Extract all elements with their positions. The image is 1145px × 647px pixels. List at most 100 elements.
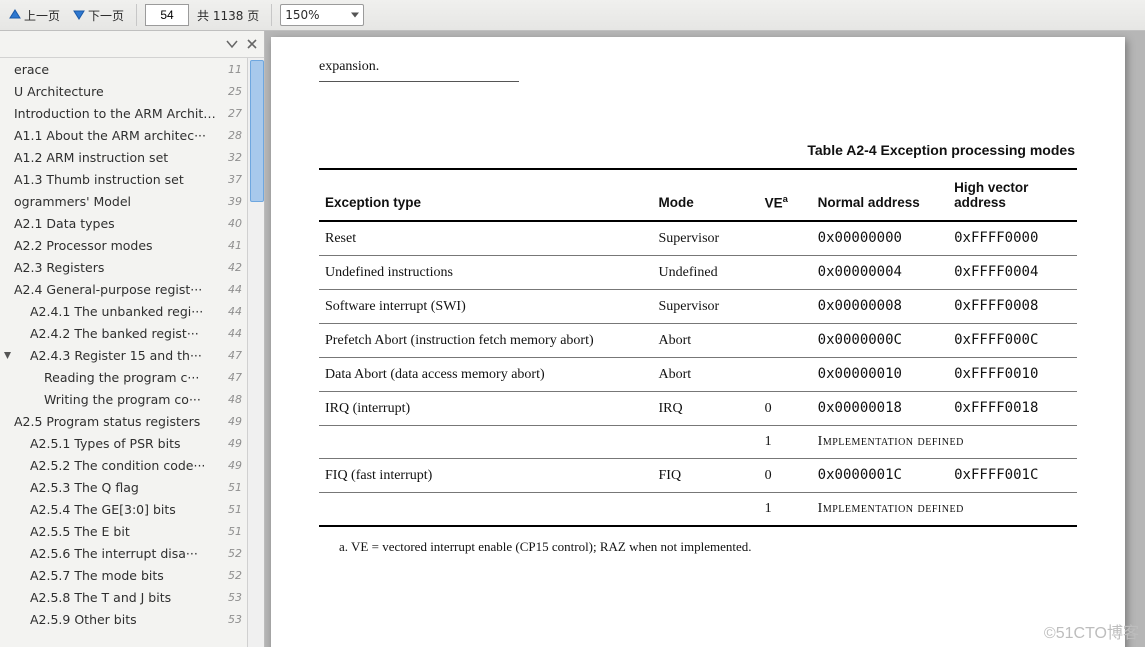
- outline-item[interactable]: A2.5.8 The T and J bits 53: [0, 586, 246, 608]
- outline-item[interactable]: Writing the program co···48: [0, 388, 246, 410]
- outline-item-page: 27: [228, 107, 242, 120]
- cell-high-addr: 0xFFFF0010: [948, 358, 1077, 392]
- cell-mode: Supervisor: [653, 290, 759, 324]
- cell-mode: IRQ: [653, 392, 759, 426]
- close-icon[interactable]: [246, 38, 258, 50]
- outline-item-page: 25: [228, 85, 242, 98]
- outline-item[interactable]: A2.5.1 Types of PSR bits49: [0, 432, 246, 454]
- toolbar-separator: [271, 4, 272, 26]
- outline-item-label: A2.5.6 The interrupt disa···: [14, 546, 222, 561]
- zoom-select[interactable]: 150%: [280, 4, 364, 26]
- outline-item[interactable]: A2.5.6 The interrupt disa···52: [0, 542, 246, 564]
- cell-normal-addr: 0x00000004: [812, 256, 948, 290]
- outline-item-label: A2.2 Processor modes: [14, 238, 222, 253]
- cell-exception-type: Data Abort (data access memory abort): [319, 358, 653, 392]
- table-caption: Table A2-4 Exception processing modes: [319, 142, 1077, 158]
- cell-normal-addr: 0x00000010: [812, 358, 948, 392]
- outline-item-label: A2.1 Data types: [14, 216, 222, 231]
- outline-item-label: A2.5 Program status registers: [14, 414, 222, 429]
- outline-item-page: 42: [228, 261, 242, 274]
- table-footnote: a. VE = vectored interrupt enable (CP15 …: [319, 539, 1077, 555]
- outline-item-page: 41: [228, 239, 242, 252]
- arrow-up-icon: [8, 8, 22, 22]
- cell-exception-type: Reset: [319, 221, 653, 256]
- cell-mode: Supervisor: [653, 221, 759, 256]
- outline-item-page: 32: [228, 151, 242, 164]
- outline-item-page: 53: [228, 613, 242, 626]
- outline-item[interactable]: A2.4 General-purpose regist···44: [0, 278, 246, 300]
- outline-item[interactable]: A2.5.9 Other bits 53: [0, 608, 246, 630]
- outline-item-label: A2.5.8 The T and J bits: [14, 590, 222, 605]
- outline-item[interactable]: A2.5 Program status registers49: [0, 410, 246, 432]
- cell-exception-type: FIQ (fast interrupt): [319, 459, 653, 493]
- cell-implementation-defined: Implementation defined: [812, 426, 1077, 459]
- outline-item-label: A2.5.7 The mode bits: [14, 568, 222, 583]
- outline-item[interactable]: A2.4.2 The banked regist··· 44: [0, 322, 246, 344]
- outline-item[interactable]: A1.1 About the ARM architec···28: [0, 124, 246, 146]
- outline-item[interactable]: A2.2 Processor modes 41: [0, 234, 246, 256]
- cell-mode: [653, 493, 759, 527]
- prev-page-button[interactable]: 上一页: [4, 5, 64, 26]
- outline-item-label: A1.3 Thumb instruction set: [14, 172, 222, 187]
- cell-ve: 1: [759, 493, 812, 527]
- table-row: Data Abort (data access memory abort)Abo…: [319, 358, 1077, 392]
- outline-item-label: Writing the program co···: [14, 392, 222, 407]
- outline-item[interactable]: A2.4.1 The unbanked regi···44: [0, 300, 246, 322]
- outline-item-label: A2.5.4 The GE[3:0] bits: [14, 502, 222, 517]
- document-view[interactable]: expansion. Table A2-4 Exception processi…: [265, 31, 1145, 647]
- scrollbar-thumb[interactable]: [250, 60, 264, 202]
- outline-item[interactable]: A2.3 Registers42: [0, 256, 246, 278]
- cell-exception-type: Undefined instructions: [319, 256, 653, 290]
- outline-item[interactable]: erace11: [0, 58, 246, 80]
- outline-item-label: A2.4.2 The banked regist···: [14, 326, 222, 341]
- cell-exception-type: [319, 493, 653, 527]
- chevron-down-icon[interactable]: [226, 38, 238, 50]
- outline-item-label: A2.4 General-purpose regist···: [14, 282, 222, 297]
- outline-item[interactable]: Reading the program c···47: [0, 366, 246, 388]
- cell-high-addr: 0xFFFF0018: [948, 392, 1077, 426]
- outline-item[interactable]: A2.5.4 The GE[3:0] bits51: [0, 498, 246, 520]
- outline-item[interactable]: U Architecture 25: [0, 80, 246, 102]
- outline-item[interactable]: Introduction to the ARM Archite···27: [0, 102, 246, 124]
- cell-ve: [759, 221, 812, 256]
- table-row: 1Implementation defined: [319, 426, 1077, 459]
- scrollbar[interactable]: [247, 58, 264, 647]
- cell-ve: 0: [759, 459, 812, 493]
- outline-item[interactable]: A2.1 Data types40: [0, 212, 246, 234]
- col-high-addr: High vector address: [948, 169, 1077, 221]
- outline-item[interactable]: A2.5.5 The E bit51: [0, 520, 246, 542]
- outline-item[interactable]: A1.2 ARM instruction set32: [0, 146, 246, 168]
- outline-item-label: A2.5.1 Types of PSR bits: [14, 436, 222, 451]
- zoom-value: 150%: [285, 8, 319, 22]
- outline-item-page: 39: [228, 195, 242, 208]
- outline-item-page: 47: [228, 349, 242, 362]
- outline-item-label: A2.4.3 Register 15 and th···: [14, 348, 222, 363]
- page-number-input[interactable]: [145, 4, 189, 26]
- cell-normal-addr: 0x00000008: [812, 290, 948, 324]
- cell-ve: [759, 324, 812, 358]
- outline-item-page: 51: [228, 525, 242, 538]
- outline-item[interactable]: A2.5.3 The Q flag51: [0, 476, 246, 498]
- cell-mode: Undefined: [653, 256, 759, 290]
- outline-item[interactable]: A2.5.2 The condition code···49: [0, 454, 246, 476]
- sidebar-header: [0, 31, 264, 58]
- table-row: ResetSupervisor0x000000000xFFFF0000: [319, 221, 1077, 256]
- cell-ve: [759, 358, 812, 392]
- table-row: Undefined instructionsUndefined 0x0000000…: [319, 256, 1077, 290]
- outline-item-page: 44: [228, 327, 242, 340]
- disclosure-triangle-icon[interactable]: [0, 351, 14, 360]
- outline-item[interactable]: A2.4.3 Register 15 and th··· 47: [0, 344, 246, 366]
- outline-item[interactable]: A1.3 Thumb instruction set37: [0, 168, 246, 190]
- cell-mode: [653, 426, 759, 459]
- outline-item[interactable]: A2.5.7 The mode bits52: [0, 564, 246, 586]
- outline-item-label: U Architecture: [14, 84, 222, 99]
- outline-item-page: 53: [228, 591, 242, 604]
- cell-high-addr: 0xFFFF0004: [948, 256, 1077, 290]
- outline-item[interactable]: ogrammers' Model39: [0, 190, 246, 212]
- cell-high-addr: 0xFFFF0008: [948, 290, 1077, 324]
- outline-item-label: A2.5.9 Other bits: [14, 612, 222, 627]
- outline-item-label: A2.4.1 The unbanked regi···: [14, 304, 222, 319]
- next-page-button[interactable]: 下一页: [68, 5, 128, 26]
- cell-high-addr: 0xFFFF000C: [948, 324, 1077, 358]
- table-row: Prefetch Abort (instruction fetch memory…: [319, 324, 1077, 358]
